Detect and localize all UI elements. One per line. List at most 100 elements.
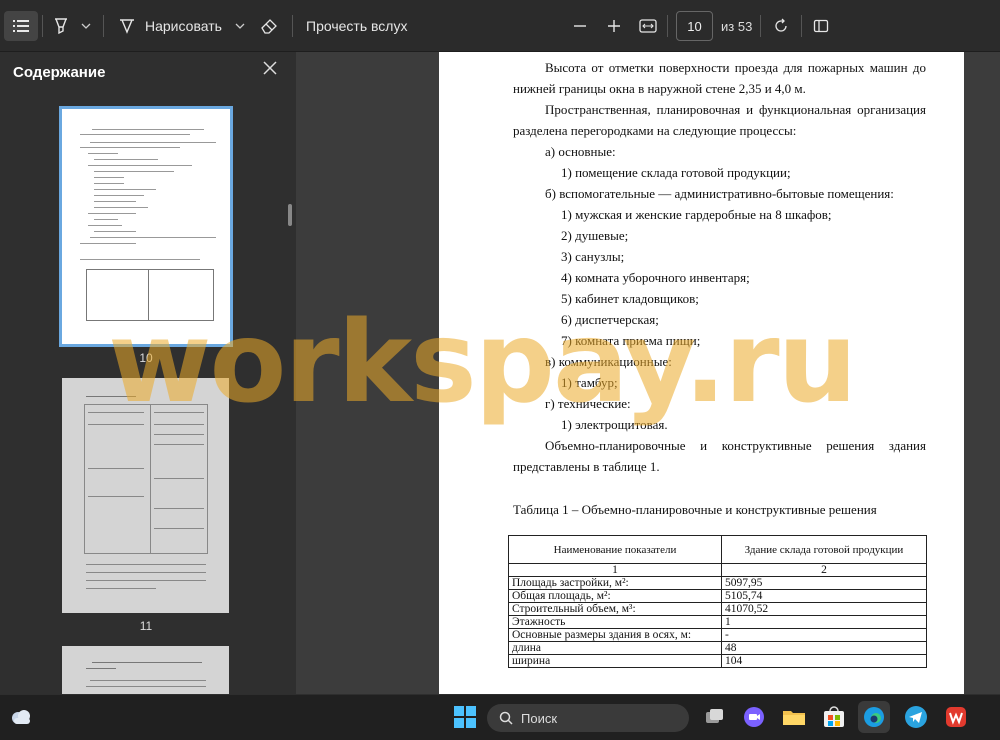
taskbar-search[interactable]: Поиск [487, 704, 689, 732]
table-cell: ширина [508, 654, 722, 668]
teams-app[interactable] [740, 703, 768, 731]
zoom-out-button[interactable] [570, 10, 590, 42]
page-view-button[interactable] [810, 10, 832, 42]
zoom-in-button[interactable] [604, 10, 624, 42]
text-line: 1) помещение склада готовой продукции; [561, 165, 791, 180]
rotate-button[interactable] [770, 10, 792, 42]
pdf-toolbar: Нарисовать Прочесть вслух из 53 [0, 0, 1000, 52]
divider [103, 15, 104, 37]
wps-icon [946, 707, 966, 727]
table-row: 1 2 [508, 563, 927, 577]
browser-icon [864, 707, 884, 727]
pen-icon [120, 19, 134, 34]
table-of-contents-button[interactable] [4, 11, 38, 41]
table-header-row: Наименование показатели Здание склада го… [508, 535, 927, 564]
minus-icon [574, 25, 586, 27]
eraser-icon [261, 19, 277, 34]
text-line: разделена перегородками на следующие про… [513, 123, 797, 138]
eraser-button[interactable] [258, 10, 280, 42]
two-page-icon [813, 19, 829, 33]
file-explorer-app[interactable] [780, 703, 808, 731]
divider [760, 15, 761, 37]
table-header: Наименование показатели [508, 535, 722, 564]
taskbar: Поиск [0, 694, 1000, 740]
highlight-button[interactable] [50, 10, 72, 42]
close-panel-button[interactable] [262, 60, 282, 80]
text-line: г) технические: [545, 396, 631, 411]
draw-button[interactable]: Нарисовать [118, 10, 248, 42]
edge-app[interactable] [858, 701, 890, 733]
panel-scrollbar[interactable] [288, 204, 292, 226]
table-cell: Площадь застройки, м²: [508, 576, 722, 590]
table-cell: 5105,74 [721, 589, 927, 603]
telegram-app[interactable] [902, 703, 930, 731]
draw-options-button[interactable] [232, 10, 248, 42]
word-app[interactable] [942, 703, 970, 731]
table-cell: Строительный объем, м³: [508, 602, 722, 616]
table-cell: 1 [508, 563, 722, 577]
table-row: Этажность 1 [508, 615, 927, 629]
fit-page-button[interactable] [637, 10, 659, 42]
store-icon [824, 706, 844, 727]
table-row: длина 48 [508, 641, 927, 655]
table-cell: Общая площадь, м²: [508, 589, 722, 603]
chevron-down-icon [81, 23, 91, 29]
table-cell: 48 [721, 641, 927, 655]
text-line: 1) мужская и женские гардеробные на 8 шк… [561, 207, 832, 222]
start-button[interactable] [451, 703, 479, 731]
text-line: представлены в таблице 1. [513, 459, 660, 474]
highlight-options-button[interactable] [78, 10, 94, 42]
task-view-button[interactable] [700, 703, 728, 731]
page-thumbnail-12[interactable] [62, 646, 229, 696]
table-row: Строительный объем, м³: 41070,52 [508, 602, 927, 616]
text-line: 6) диспетчерская; [561, 312, 659, 327]
task-view-icon [706, 709, 723, 723]
page-thumbnail-11[interactable] [62, 378, 229, 613]
folder-icon [783, 711, 805, 725]
table-cell: - [721, 628, 927, 642]
text-line: 1) электрощитовая. [561, 417, 668, 432]
store-app[interactable] [820, 703, 848, 731]
table-row: ширина 104 [508, 654, 927, 668]
document-page: Высота от отметки поверхности проезда дл… [439, 52, 964, 694]
telegram-icon [905, 706, 927, 728]
weather-widget[interactable] [8, 704, 34, 730]
divider [667, 15, 668, 37]
table-row: Общая площадь, м²: 5105,74 [508, 589, 927, 603]
table-caption: Таблица 1 – Объемно-планировочные и конс… [513, 502, 877, 517]
table-cell: длина [508, 641, 722, 655]
text-line: 4) комната уборочного инвентаря; [561, 270, 750, 285]
text-line: а) основные: [545, 144, 616, 159]
video-chat-icon [744, 707, 764, 727]
divider [292, 15, 293, 37]
thumbnail-page-number: 11 [139, 619, 153, 633]
text-line: б) вспомогательные — административно-быт… [545, 186, 894, 201]
table-cell: 104 [721, 654, 927, 668]
highlighter-icon [55, 18, 67, 35]
read-aloud-button[interactable]: Прочесть вслух [306, 10, 416, 42]
text-line: Пространственная, планировочная и функци… [545, 102, 926, 117]
close-icon [263, 61, 277, 75]
windows-icon [454, 706, 476, 728]
text-line: 1) тамбур; [561, 375, 618, 390]
document-viewer: Высота от отметки поверхности проезда дл… [296, 52, 1000, 694]
search-icon [499, 711, 513, 725]
table-cell: 41070,52 [721, 602, 927, 616]
table-cell: 2 [721, 563, 927, 577]
cloud-icon [12, 710, 30, 724]
text-line: в) коммуникационные: [545, 354, 672, 369]
page-number-input[interactable] [676, 11, 713, 41]
page-thumbnail-10[interactable] [59, 106, 233, 347]
table-header: Здание склада готовой продукции [721, 535, 927, 564]
rotate-icon [775, 18, 787, 32]
parameters-table: Наименование показатели Здание склада го… [508, 535, 927, 668]
divider [42, 15, 43, 37]
contents-panel: Содержание 10 11 [0, 52, 296, 696]
table-row: Основные размеры здания в осях, м: - [508, 628, 927, 642]
table-cell: 5097,95 [721, 576, 927, 590]
table-cell: 1 [721, 615, 927, 629]
list-icon [13, 20, 29, 32]
thumbnail-page-number: 10 [139, 351, 153, 365]
text-line: 5) кабинет кладовщиков; [561, 291, 699, 306]
table-row: Площадь застройки, м²: 5097,95 [508, 576, 927, 590]
